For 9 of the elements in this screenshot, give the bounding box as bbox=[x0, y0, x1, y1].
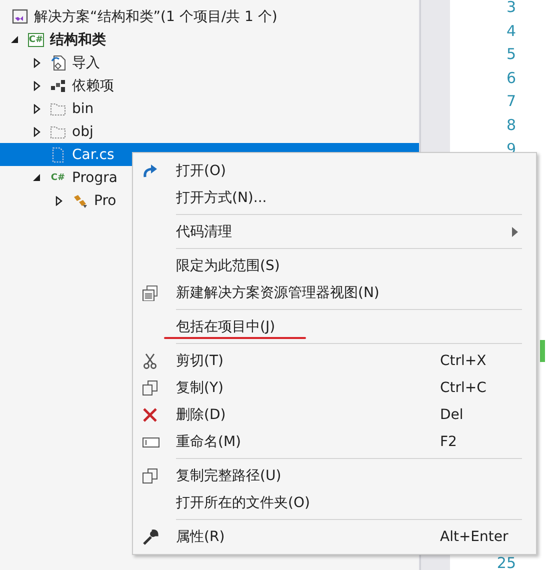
line-number: 5 bbox=[505, 44, 516, 66]
line-number: 6 bbox=[505, 68, 516, 89]
line-number: 4 bbox=[505, 20, 516, 42]
line-number: 8 bbox=[505, 114, 516, 136]
line-number: 25 bbox=[496, 557, 516, 570]
line-number: 7 bbox=[505, 91, 516, 112]
line-number: 3 bbox=[505, 0, 516, 18]
csharp-project-icon: C# bbox=[28, 32, 44, 46]
csharp-file-icon: C# bbox=[50, 170, 66, 184]
